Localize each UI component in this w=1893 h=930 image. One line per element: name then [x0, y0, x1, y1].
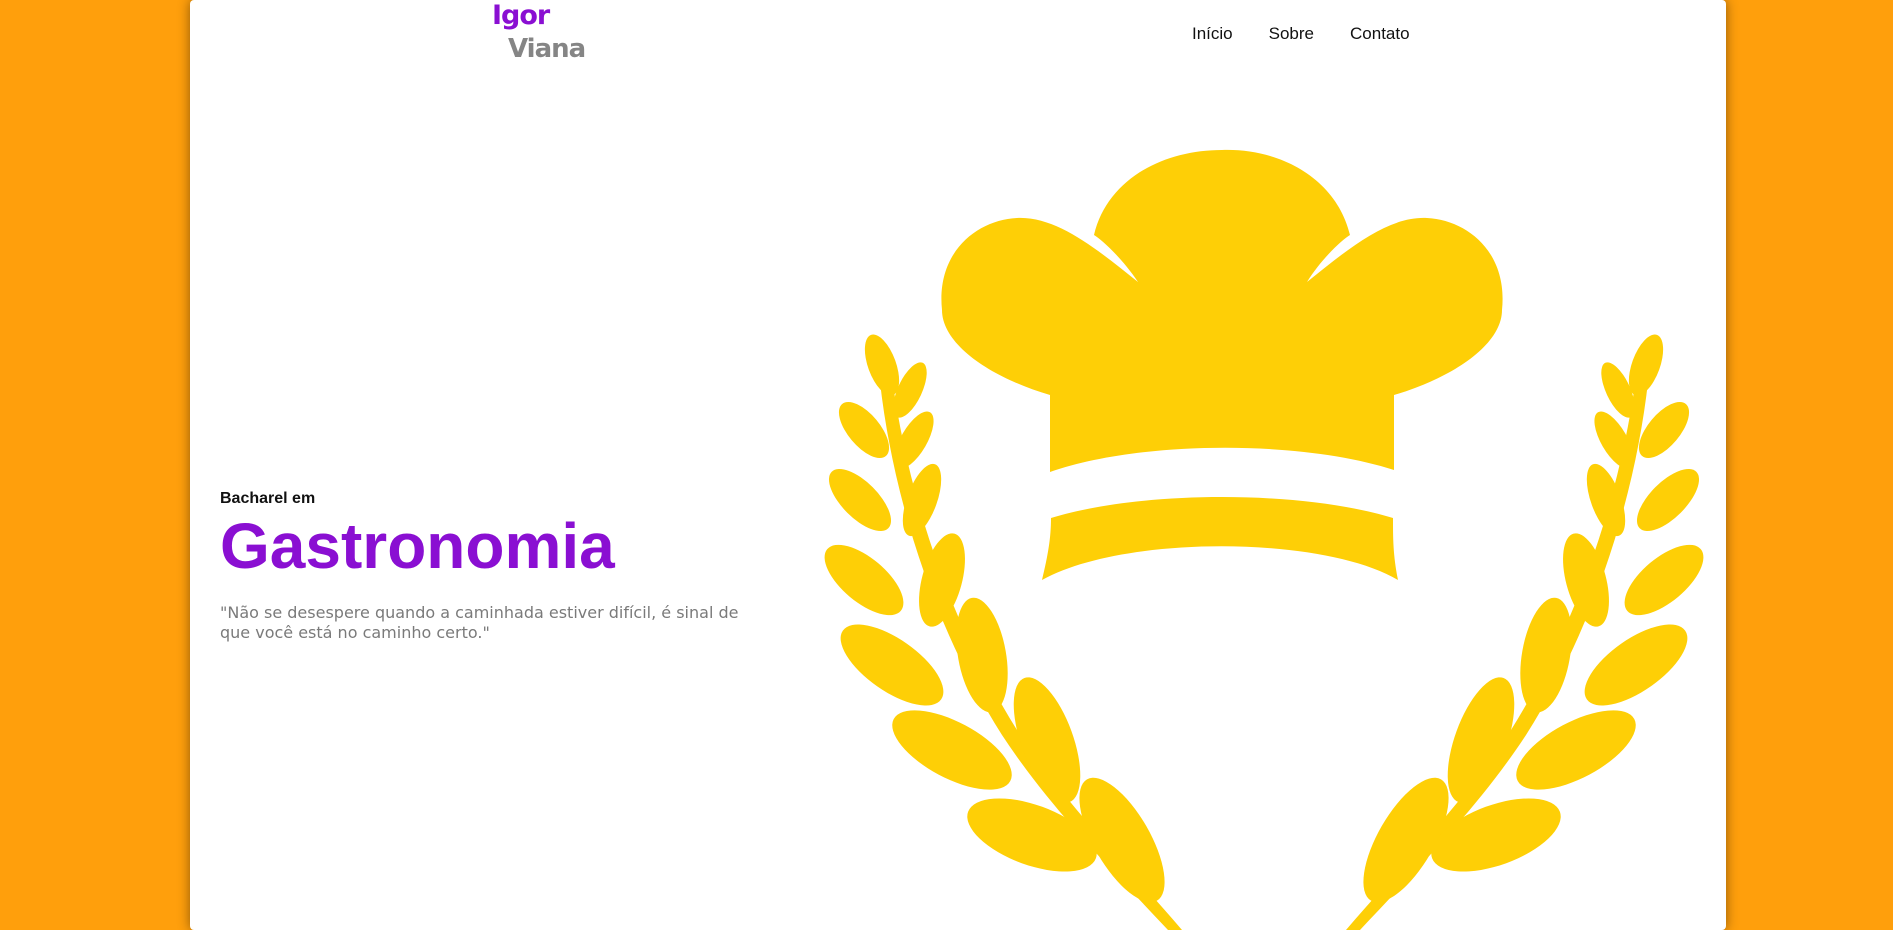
hero-text: Bacharel em Gastronomia "Não se desesper… — [220, 489, 740, 643]
logo-first-name: Igor — [492, 0, 550, 31]
main-nav: Início Sobre Contato — [1192, 24, 1410, 44]
hero-subtitle: Bacharel em — [220, 490, 316, 507]
hero-title: Gastronomia — [220, 510, 615, 582]
logo-last-name: Viana — [508, 34, 586, 64]
page-card: Igor Viana Início Sobre Contato Bacharel… — [190, 0, 1726, 930]
hero-quote: "Não se desespere quando a caminhada est… — [220, 603, 739, 642]
site-logo[interactable]: Igor Viana — [492, 0, 592, 66]
nav-link-inicio[interactable]: Início — [1192, 24, 1233, 44]
chef-hat-laurel-icon — [802, 140, 1726, 930]
nav-link-contato[interactable]: Contato — [1350, 24, 1410, 44]
nav-link-sobre[interactable]: Sobre — [1269, 24, 1314, 44]
